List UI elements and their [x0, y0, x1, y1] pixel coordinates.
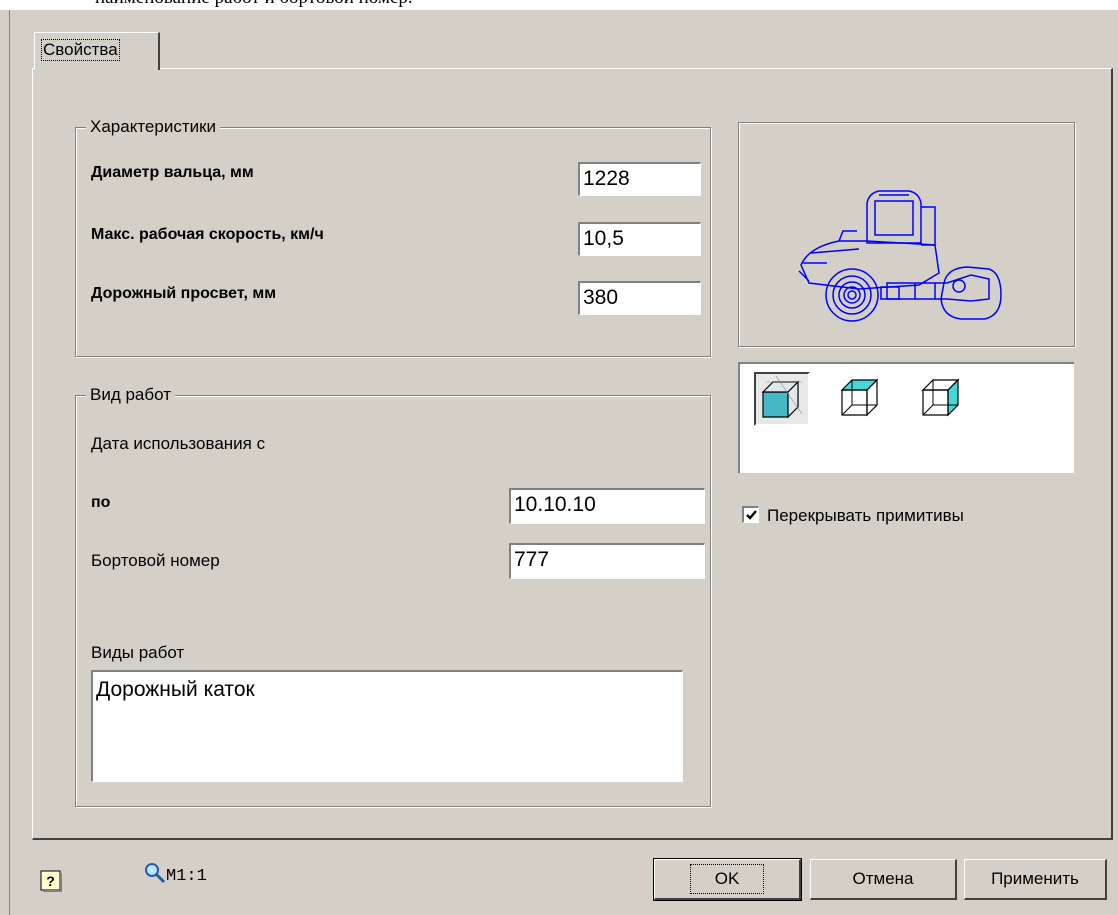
magnifier-icon — [145, 863, 166, 884]
ok-button-label: OK — [689, 864, 765, 894]
date-from-label: Дата использования с — [91, 434, 266, 453]
ok-button[interactable]: OK — [653, 858, 802, 901]
date-to-label: по — [91, 494, 111, 511]
characteristics-legend: Характеристики — [86, 117, 221, 137]
tab-properties-label: Свойства — [41, 39, 120, 61]
zoom-label: M1:1 — [166, 867, 207, 886]
overlap-checkbox-label[interactable]: Перекрывать примитивы — [767, 506, 964, 526]
work-types-label: Виды работ — [91, 643, 185, 662]
svg-text:?: ? — [46, 873, 55, 889]
apply-button-label: Применить — [991, 869, 1079, 888]
view-mode-button-solid[interactable] — [754, 372, 810, 426]
preview-area — [738, 122, 1075, 347]
header-text: наименование работ и бортовой номер. — [95, 0, 413, 9]
roller-diameter-input[interactable]: 1228 — [578, 162, 701, 196]
view-mode-button-face[interactable] — [835, 372, 891, 426]
characteristics-group: Характеристики Диаметр вальца, мм 1228 М… — [75, 117, 711, 357]
ground-clearance-label: Дорожный просвет, мм — [91, 285, 277, 302]
roller-diameter-label: Диаметр вальца, мм — [91, 164, 254, 181]
cube-face-icon — [840, 378, 879, 417]
help-icon[interactable]: ? — [40, 870, 62, 897]
apply-button[interactable]: Применить — [964, 859, 1107, 900]
work-group: Вид работ Дата использования с по 10.10.… — [75, 385, 711, 807]
tab-properties[interactable]: Свойства — [34, 32, 160, 70]
window-border — [9, 10, 10, 915]
view-mode-panel — [738, 362, 1074, 473]
cube-side-icon — [921, 378, 960, 417]
board-number-input[interactable]: 777 — [509, 543, 705, 579]
date-to-input[interactable]: 10.10.10 — [509, 488, 705, 524]
work-types-textarea[interactable]: Дорожный каток — [91, 670, 683, 782]
cancel-button[interactable]: Отмена — [810, 859, 957, 900]
zoom-indicator[interactable]: M1:1 — [144, 862, 207, 886]
header-strip: наименование работ и бортовой номер. — [0, 0, 1118, 10]
work-legend: Вид работ — [86, 385, 175, 405]
max-speed-label: Макс. рабочая скорость, км/ч — [91, 226, 324, 243]
max-speed-input[interactable]: 10,5 — [578, 222, 701, 256]
board-number-label: Бортовой номер — [91, 551, 220, 570]
view-mode-button-side[interactable] — [916, 372, 972, 426]
cancel-button-label: Отмена — [852, 869, 914, 888]
cube-solid-icon — [761, 375, 803, 419]
overlap-checkbox[interactable] — [742, 506, 759, 523]
checkmark-icon — [746, 510, 757, 520]
road-roller-icon — [798, 190, 1002, 322]
ground-clearance-input[interactable]: 380 — [578, 281, 701, 315]
